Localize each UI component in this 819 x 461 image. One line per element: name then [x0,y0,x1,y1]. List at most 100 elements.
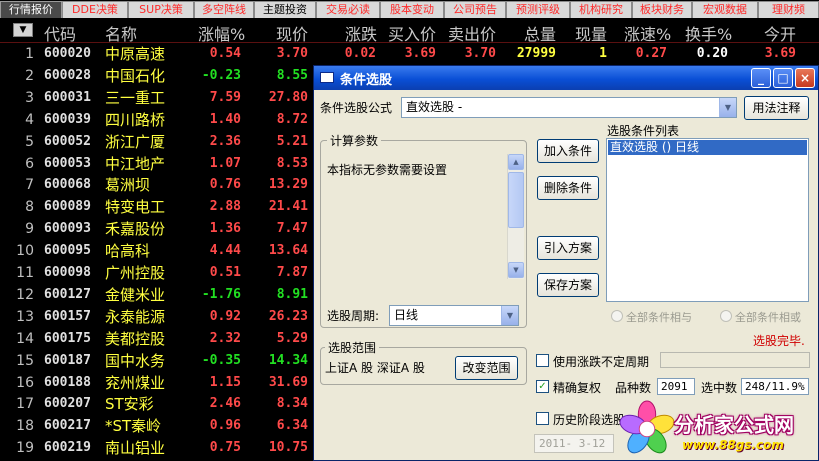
cell-chg_pct: -1.76 [201,286,241,302]
chevron-down-icon[interactable]: ▼ [719,98,736,117]
cell-chg_pct: 1.07 [209,155,241,171]
unfixed-period-checkbox[interactable] [536,354,549,367]
stock-name: 兖州煤业 [105,373,166,392]
row-index: 7 [25,177,34,194]
col-volume[interactable]: 总量 [524,21,556,45]
tab-9[interactable]: 机构研究 [570,1,632,18]
add-condition-button[interactable]: 加入条件 [537,139,599,163]
tab-7[interactable]: 公司预告 [444,1,506,18]
stock-name: 广州控股 [105,264,166,282]
cell-bid: 3.69 [404,46,436,61]
period-select[interactable]: 日线 ▼ [389,305,519,326]
cell-chg_pct: 4.44 [209,243,241,259]
col-cur-volume[interactable]: 现量 [575,21,607,45]
tab-5[interactable]: 交易必读 [316,1,380,18]
maximize-button[interactable]: □ [773,68,793,88]
radio-all-and-label: 全部条件相与 [626,311,692,324]
stock-code: 600068 [44,177,91,193]
tab-11[interactable]: 宏观数据 [692,1,758,18]
stock-name: 永泰能源 [105,307,166,326]
table-row[interactable]: 1 600020 中原高速 0.54 3.70 0.02 3.69 3.70 27999 1 0.2… [0,43,819,65]
delete-condition-button[interactable]: 删除条件 [537,176,599,200]
tab-12[interactable]: 理财频 [758,1,819,18]
change-scope-button[interactable]: 改变范围 [455,356,518,380]
close-button[interactable]: × [795,68,815,88]
cell-price: 31.69 [268,374,308,390]
tab-6[interactable]: 股本变动 [380,1,444,18]
col-price[interactable]: 现价 [276,21,308,45]
period-label: 选股周期: [327,309,380,323]
cell-price: 14.34 [268,352,308,368]
cell-chg_pct: -0.23 [201,67,241,83]
scroll-thumb[interactable] [508,172,524,228]
period-select-value: 日线 [394,308,419,322]
minimize-button[interactable]: _ [751,68,771,88]
stock-code: 600089 [44,199,91,215]
tab-3[interactable]: 多空阵线 [194,1,254,18]
sort-toggle-button[interactable]: ▼ [13,23,33,37]
scope-group-title: 选股范围 [325,339,380,356]
save-scheme-button[interactable]: 保存方案 [537,273,599,297]
stock-code: 600052 [44,133,91,149]
condition-list[interactable]: 直效选股 () 日线 [606,138,809,302]
col-chg-pct[interactable]: 涨幅% [198,21,245,45]
condition-list-item[interactable]: 直效选股 () 日线 [608,140,807,155]
stock-name: 浙江广厦 [105,132,166,151]
col-chg[interactable]: 涨跌 [345,21,377,45]
stock-code: 600095 [44,243,91,259]
cell-price: 8.53 [276,155,308,171]
variety-label: 品种数 [615,381,652,395]
tab-10[interactable]: 板块财务 [632,1,692,18]
cell-chg_pct: 0.76 [209,177,241,193]
tab-2[interactable]: SUP决策 [128,1,194,18]
col-speed[interactable]: 涨速% [624,21,671,45]
tab-1[interactable]: DDE决策 [62,1,128,18]
cell-price: 7.47 [276,221,308,237]
formula-select-value: 直效选股 - [406,100,463,114]
dialog-title-bar[interactable]: 条件选股 _ □ × [314,66,818,90]
tab-0[interactable]: 行情报价 [0,1,62,18]
col-name[interactable]: 名称 [105,21,137,45]
cell-chg_pct: 1.40 [209,111,241,127]
col-ask[interactable]: 卖出价 [448,21,496,45]
col-code[interactable]: 代码 [44,21,76,45]
market-tab-strip: 行情报价 DDE决策 SUP决策 多空阵线 主题投资 交易必读 股本变动 公司预告 预测评级 机构… [0,0,819,19]
cell-price: 3.70 [276,46,308,61]
cell-chg_pct: 7.59 [209,89,241,105]
row-index: 5 [25,133,34,150]
cell-chg_pct: 1.15 [209,374,241,390]
dialog-title: 条件选股 [340,73,393,88]
cell-chg_pct: 0.75 [209,440,241,456]
history-date-field[interactable]: 2011- 3-12 [534,434,614,453]
radio-all-or[interactable] [720,310,732,322]
formula-select[interactable]: 直效选股 - ▼ [401,97,737,118]
scroll-up-icon[interactable]: ▲ [508,154,524,170]
watermark-url: www.88gs.com [682,438,784,452]
usage-note-button[interactable]: 用法注释 [744,96,809,120]
stock-code: 600020 [44,46,91,61]
stock-name: 国中水务 [105,351,166,370]
stock-name: 金健米业 [105,285,166,304]
history-select-checkbox[interactable] [536,412,549,425]
watermark-brand: 分析家公式网 [674,413,794,437]
chevron-down-icon[interactable]: ▼ [501,306,518,325]
import-scheme-button[interactable]: 引入方案 [537,236,599,260]
radio-all-and[interactable] [611,310,623,322]
tab-4[interactable]: 主题投资 [254,1,316,18]
exact-adjust-label: 精确复权 [553,381,602,395]
col-turnover[interactable]: 换手% [685,21,732,45]
exact-adjust-checkbox[interactable]: ✓ [536,380,549,393]
status-text: 选股完毕. [753,334,805,348]
stock-name: 三一重工 [105,88,166,107]
params-scrollbar[interactable]: ▲ ▼ [507,154,524,279]
cell-price: 26.23 [268,308,308,324]
scroll-down-icon[interactable]: ▼ [508,262,524,278]
stock-code: 600188 [44,374,91,390]
cell-price: 27.80 [268,89,308,105]
tab-8[interactable]: 预测评级 [506,1,570,18]
row-index: 15 [16,352,34,369]
col-bid[interactable]: 买入价 [388,21,436,45]
stock-code: 600217 [44,418,91,434]
col-open[interactable]: 今开 [764,21,796,45]
stock-code: 600157 [44,308,91,324]
